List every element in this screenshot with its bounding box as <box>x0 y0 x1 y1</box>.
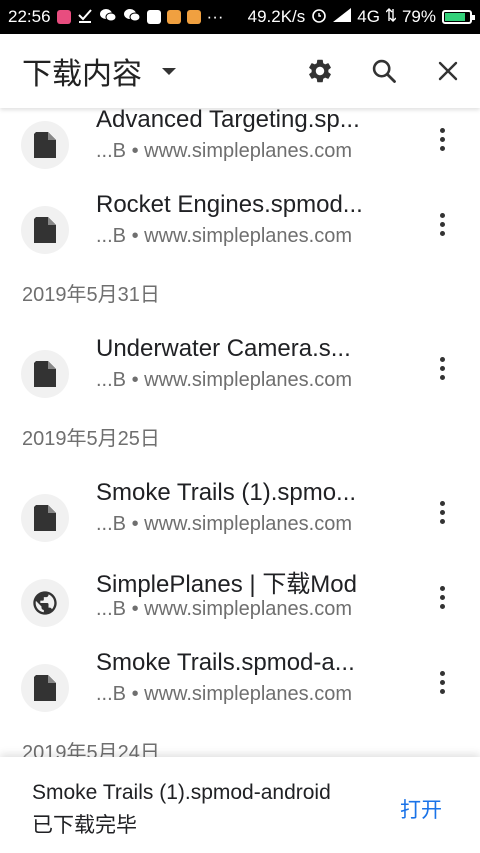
app-bar: 下载内容 <box>0 34 480 108</box>
file-meta: ...B • www.simpleplanes.com <box>96 140 352 162</box>
battery-percent: 79% <box>401 7 436 26</box>
more-vert-icon <box>439 212 445 236</box>
file-meta: ...B • www.simpleplanes.com <box>96 369 352 391</box>
search-button[interactable] <box>352 39 416 103</box>
globe-icon <box>21 579 69 627</box>
app-notification-icon <box>146 10 161 24</box>
more-options-button[interactable] <box>428 204 456 244</box>
file-name: Smoke Trails.spmod-a... <box>96 649 355 676</box>
file-name: Advanced Targeting.sp... <box>96 108 360 133</box>
file-name: Underwater Camera.s... <box>96 335 351 362</box>
dropdown-arrow-icon[interactable] <box>162 67 176 75</box>
downloads-list[interactable]: Advanced Targeting.sp... ...B • www.simp… <box>0 108 480 757</box>
list-item[interactable]: SimplePlanes | 下载Mod ...B • www.simplepl… <box>0 566 480 651</box>
more-vert-icon <box>439 585 445 609</box>
download-done-icon <box>77 7 93 28</box>
file-meta: ...B • www.simpleplanes.com <box>96 683 352 705</box>
open-button[interactable]: 打开 <box>400 794 442 824</box>
app-notification-icon-3 <box>186 10 201 24</box>
search-icon <box>372 59 396 83</box>
list-item[interactable]: Underwater Camera.s... ...B • www.simple… <box>0 335 480 422</box>
settings-icon <box>309 59 331 83</box>
more-vert-icon <box>439 500 445 524</box>
list-item[interactable]: Smoke Trails.spmod-a... ...B • www.simpl… <box>0 649 480 736</box>
settings-button[interactable] <box>288 39 352 103</box>
network-type: 4G <box>357 7 380 26</box>
more-notifications: ··· <box>206 7 224 26</box>
file-icon <box>21 494 69 542</box>
network-speed: 49.2K/s <box>247 7 306 26</box>
signal-icon <box>333 7 352 27</box>
date-header: 2019年5月25日 <box>22 428 160 450</box>
notification-app-icon <box>56 10 71 24</box>
more-vert-icon <box>439 670 445 694</box>
date-header: 2019年5月31日 <box>22 284 160 306</box>
file-name: Smoke Trails (1).spmo... <box>96 479 357 506</box>
file-icon <box>21 206 69 254</box>
list-item[interactable]: Smoke Trails (1).spmo... ...B • www.simp… <box>0 479 480 566</box>
more-options-button[interactable] <box>428 577 456 617</box>
clock: 22:56 <box>8 7 51 26</box>
battery-icon <box>442 10 475 24</box>
snackbar-status: 已下载完毕 <box>32 814 137 837</box>
wechat-icon-2 <box>123 7 141 28</box>
file-icon <box>21 121 69 169</box>
download-complete-snackbar: Smoke Trails (1).spmod-android 已下载完毕 打开 <box>0 757 480 853</box>
file-meta: ...B • www.simpleplanes.com <box>96 225 352 247</box>
file-icon <box>21 664 69 712</box>
snackbar-filename: Smoke Trails (1).spmod-android <box>32 781 331 804</box>
status-bar: 22:56 ··· 49.2K/s 4G 79% <box>0 0 480 34</box>
alarm-icon <box>311 7 327 28</box>
file-icon <box>21 350 69 398</box>
list-item[interactable]: Advanced Targeting.sp... ...B • www.simp… <box>0 108 480 193</box>
file-name: Rocket Engines.spmod... <box>96 191 363 218</box>
more-vert-icon <box>439 356 445 380</box>
app-notification-icon-2 <box>166 10 181 24</box>
more-options-button[interactable] <box>428 662 456 702</box>
page-name: SimplePlanes | 下载Mod <box>96 571 357 598</box>
list-item[interactable]: Rocket Engines.spmod... ...B • www.simpl… <box>0 191 480 278</box>
page-title[interactable]: 下载内容 <box>22 49 142 93</box>
close-icon <box>438 61 458 81</box>
date-header: 2019年5月24日 <box>22 742 160 757</box>
file-meta: ...B • www.simpleplanes.com <box>96 513 352 535</box>
data-arrows-icon <box>385 7 397 27</box>
more-options-button[interactable] <box>428 348 456 388</box>
more-options-button[interactable] <box>428 119 456 159</box>
close-button[interactable] <box>416 39 480 103</box>
more-options-button[interactable] <box>428 492 456 532</box>
file-meta: ...B • www.simpleplanes.com <box>96 598 352 620</box>
wechat-icon <box>99 7 117 28</box>
more-vert-icon <box>439 127 445 151</box>
